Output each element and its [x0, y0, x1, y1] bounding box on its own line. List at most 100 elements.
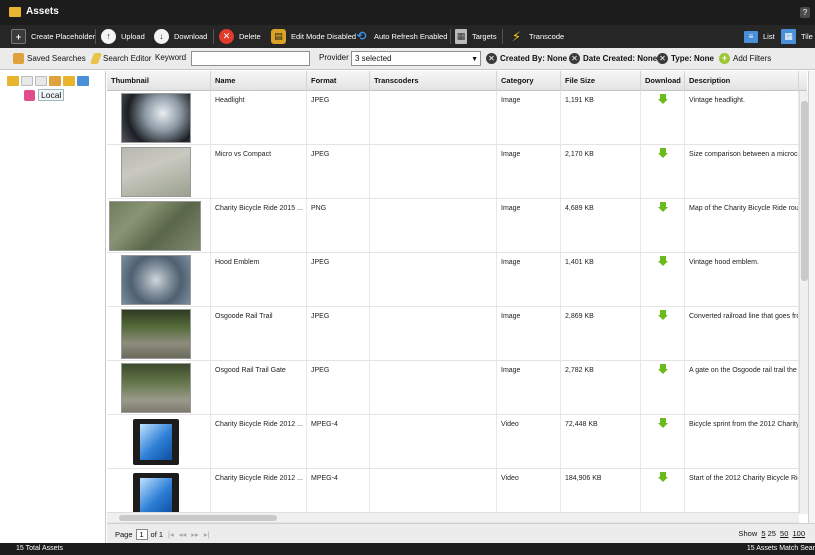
- asset-name: Osgood Rail Trail Gate: [211, 361, 307, 414]
- next-page-icon[interactable]: ▸▸: [191, 530, 199, 539]
- asset-file-size: 1,401 KB: [561, 253, 641, 306]
- column-category[interactable]: Category: [497, 71, 561, 91]
- asset-category: Image: [497, 145, 561, 198]
- asset-file-size: 4,689 KB: [561, 199, 641, 252]
- video-file-icon: [133, 419, 179, 465]
- type-filter[interactable]: ✕ Type: None: [657, 53, 714, 64]
- download-arrow-icon[interactable]: [658, 310, 668, 320]
- delete-button[interactable]: ✕ Delete: [219, 28, 261, 45]
- asset-file-size: 1,191 KB: [561, 91, 641, 144]
- tree-toolbar: [7, 76, 89, 86]
- new-folder-icon[interactable]: [7, 76, 19, 86]
- asset-thumbnail[interactable]: [121, 309, 191, 359]
- column-transcoders[interactable]: Transcoders: [370, 71, 497, 91]
- edit-mode-toggle[interactable]: ▤ Edit Mode Disabled: [271, 28, 356, 45]
- folder-refresh-icon[interactable]: [63, 76, 75, 86]
- refresh-icon: ⟲: [356, 29, 367, 43]
- page-size-5[interactable]: 5: [761, 529, 765, 538]
- page-size-100[interactable]: 100: [792, 529, 805, 538]
- folder-move-icon[interactable]: [49, 76, 61, 86]
- pagination-bar: Page of 1 |◂ ◂◂ ▸▸ ▸| Show 5 25 50 100: [107, 523, 815, 543]
- tile-view-button[interactable]: ▦ Tile: [781, 28, 813, 45]
- asset-thumbnail[interactable]: [121, 363, 191, 413]
- table-row[interactable]: Headlight JPEG Image 1,191 KB Vintage headli…: [107, 91, 799, 145]
- asset-thumbnail[interactable]: [121, 147, 191, 197]
- list-view-button[interactable]: ≡ List: [744, 28, 775, 45]
- column-download[interactable]: Download: [641, 71, 685, 91]
- vertical-scrollbar[interactable]: [799, 91, 808, 514]
- horizontal-scrollbar[interactable]: [107, 512, 799, 522]
- download-arrow-icon[interactable]: [658, 472, 668, 482]
- scrollbar-thumb[interactable]: [801, 101, 808, 281]
- column-thumbnail[interactable]: Thumbnail: [107, 71, 211, 91]
- targets-label: Targets: [472, 32, 497, 41]
- created-by-label: Created By: None: [500, 54, 568, 63]
- asset-name: Osgoode Rail Trail: [211, 307, 307, 360]
- provider-select[interactable]: 3 selected ▼: [351, 51, 481, 66]
- toolbar-divider: [502, 29, 503, 44]
- last-page-icon[interactable]: ▸|: [204, 530, 210, 539]
- toolbar-divider: [95, 29, 96, 44]
- saved-searches-button[interactable]: Saved Searches: [13, 53, 86, 64]
- table-row[interactable]: Micro vs Compact JPEG Image 2,170 KB Size co…: [107, 145, 799, 199]
- column-format[interactable]: Format: [307, 71, 370, 91]
- column-description[interactable]: Description: [685, 71, 799, 91]
- asset-transcoders: [370, 361, 497, 414]
- asset-category: Image: [497, 307, 561, 360]
- asset-description: Converted railroad line that goes fro: [685, 307, 799, 360]
- download-label: Download: [174, 32, 208, 41]
- download-arrow-icon[interactable]: [658, 148, 668, 158]
- date-created-filter[interactable]: ✕ Date Created: None: [569, 53, 657, 64]
- copy-icon[interactable]: [35, 76, 47, 86]
- delete-icon: ✕: [219, 29, 234, 44]
- table-row[interactable]: Osgoode Rail Trail JPEG Image 2,869 KB Conve…: [107, 307, 799, 361]
- keyword-input[interactable]: [191, 51, 310, 66]
- prev-page-icon[interactable]: ◂◂: [179, 530, 187, 539]
- asset-format: MPEG-4: [307, 415, 370, 468]
- transcode-button[interactable]: ⚡ Transcode: [509, 28, 564, 45]
- create-placeholder-button[interactable]: + Create Placeholder: [11, 28, 95, 45]
- title-bar: Assets ?: [0, 0, 815, 25]
- asset-download-cell: [641, 145, 685, 198]
- download-arrow-icon[interactable]: [658, 94, 668, 104]
- column-name[interactable]: Name: [211, 71, 307, 91]
- column-file-size[interactable]: File Size: [561, 71, 641, 91]
- asset-description: Vintage hood emblem.: [685, 253, 799, 306]
- folder-export-icon[interactable]: [77, 76, 89, 86]
- created-by-filter[interactable]: ✕ Created By: None: [486, 53, 567, 64]
- page-size-25[interactable]: 25: [768, 529, 776, 538]
- download-arrow-icon[interactable]: [658, 202, 668, 212]
- download-arrow-icon[interactable]: [658, 364, 668, 374]
- scrollbar-thumb[interactable]: [119, 515, 277, 521]
- asset-format: PNG: [307, 199, 370, 252]
- asset-thumbnail[interactable]: [133, 419, 179, 465]
- help-button[interactable]: ?: [800, 7, 810, 18]
- page-label: Page: [115, 530, 133, 539]
- search-editor-button[interactable]: Search Editor: [89, 53, 151, 64]
- page-size-50[interactable]: 50: [780, 529, 788, 538]
- asset-transcoders: [370, 415, 497, 468]
- auto-refresh-toggle[interactable]: ⟲ Auto Refresh Enabled: [354, 28, 447, 45]
- download-arrow-icon[interactable]: [658, 256, 668, 266]
- saved-searches-icon: [13, 53, 24, 64]
- table-row[interactable]: Charity Bicycle Ride 2015 ... PNG Image 4,6…: [107, 199, 799, 253]
- table-row[interactable]: Hood Emblem JPEG Image 1,401 KB Vintage hood…: [107, 253, 799, 307]
- asset-thumbnail-cell: [107, 199, 211, 252]
- new-document-icon[interactable]: [21, 76, 33, 86]
- tree-node-local[interactable]: Local: [24, 89, 65, 101]
- table-row[interactable]: Osgood Rail Trail Gate JPEG Image 2,782 KB A…: [107, 361, 799, 415]
- targets-button[interactable]: ▦ Targets: [455, 28, 497, 45]
- first-page-icon[interactable]: |◂: [168, 530, 174, 539]
- page-number-input[interactable]: [135, 529, 148, 540]
- folder-icon: [9, 7, 21, 17]
- asset-thumbnail[interactable]: [121, 93, 191, 143]
- asset-thumbnail[interactable]: [121, 255, 191, 305]
- asset-thumbnail[interactable]: [109, 201, 201, 251]
- download-button[interactable]: ↓ Download: [154, 28, 207, 45]
- asset-description: Bicycle sprint from the 2012 Charity: [685, 415, 799, 468]
- download-arrow-icon[interactable]: [658, 418, 668, 428]
- upload-button[interactable]: ↑ Upload: [101, 28, 145, 45]
- add-filters-button[interactable]: + Add Filters: [719, 53, 771, 64]
- asset-format: JPEG: [307, 145, 370, 198]
- table-row[interactable]: Charity Bicycle Ride 2012 ... MPEG-4 Video…: [107, 415, 799, 469]
